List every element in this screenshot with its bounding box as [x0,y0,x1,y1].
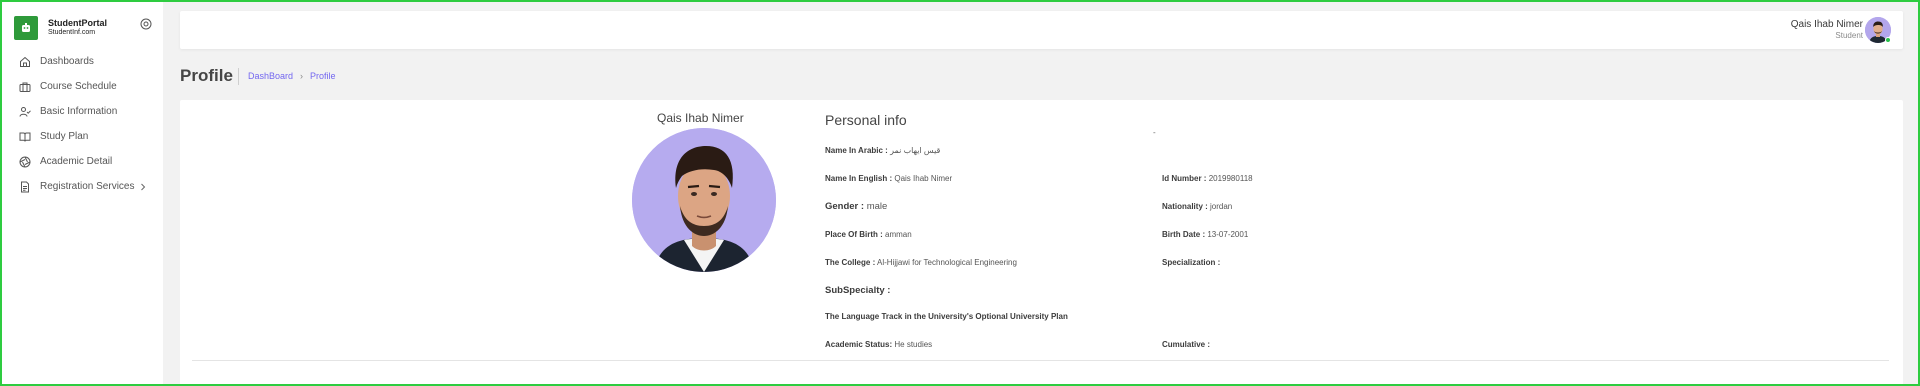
sidebar-item-dashboards[interactable]: Dashboards [2,49,163,74]
brand-logo-icon [14,16,38,40]
field-id-number: Id Number : 2019980118 [1162,174,1253,183]
field-label: Name In English : [825,174,893,183]
field-value: jordan [1210,202,1233,211]
field-college: The College : Al-Hijjawi for Technologic… [825,258,1017,267]
separator-dash: - [1153,128,1156,137]
field-birth-date: Birth Date : 13-07-2001 [1162,230,1248,239]
target-icon [140,18,151,29]
field-nationality: Nationality : jordan [1162,202,1232,211]
field-value: amman [885,230,912,239]
field-label: Id Number : [1162,174,1207,183]
field-academic-status: Academic Status: He studies [825,340,932,349]
field-value: male [866,201,888,212]
field-label: Cumulative : [1162,340,1211,349]
field-subspecialty: SubSpecialty : [825,285,890,296]
file-text-icon [21,181,29,192]
user-role: Student [1835,30,1863,40]
field-specialization: Specialization : [1162,258,1220,267]
field-place-of-birth: Place Of Birth : amman [825,230,912,239]
field-value: 2019980118 [1208,174,1253,183]
field-value: قيس ايهاب نمر [890,146,941,155]
chevron-right-icon [141,183,146,190]
field-value: Qais Ihab Nimer [894,174,953,183]
sidebar-item-label: Dashboards [40,56,94,67]
sidebar: StudentPortal StudentInf.com Dashboards … [2,2,163,384]
field-gender: Gender : male [825,201,887,212]
book-open-icon [19,132,31,142]
online-status-dot [1885,37,1891,43]
top-navbar: Qais Ihab Nimer Student [180,11,1903,49]
breadcrumb-dashboard-link[interactable]: DashBoard [248,71,293,81]
sidebar-toggle-button[interactable] [139,17,152,30]
personal-info-heading: Personal info [825,112,907,128]
field-value: Al-Hijjawi for Technological Engineering [877,258,1017,267]
sidebar-item-label: Basic Information [40,106,118,117]
field-label: Specialization : [1162,258,1221,267]
field-name-arabic: Name In Arabic : قيس ايهاب نمر [825,146,940,155]
field-label: The College : [825,258,876,267]
field-label: Birth Date : [1162,230,1206,239]
sidebar-item-registration-services[interactable]: Registration Services [2,174,163,199]
brand-name: StudentPortal [48,18,108,29]
field-name-english: Name In English : Qais Ihab Nimer [825,174,952,183]
field-value: 13-07-2001 [1207,230,1249,239]
card-divider [192,360,1889,361]
field-label: The Language Track in the University's O… [825,312,1068,321]
briefcase-icon [19,82,31,92]
user-check-icon [19,106,31,117]
page-title: Profile [180,66,233,85]
sidebar-item-label: Study Plan [40,131,89,142]
sidebar-item-study-plan[interactable]: Study Plan [2,124,163,149]
field-label: Nationality : [1162,202,1208,211]
sidebar-item-label: Course Schedule [40,81,117,92]
sidebar-item-label: Academic Detail [40,156,113,167]
sidebar-nav: Dashboards Course Schedule Basic Informa… [2,49,163,199]
profile-card [180,100,1903,386]
user-menu[interactable]: Qais Ihab Nimer Student [1791,19,1863,40]
breadcrumb-current: Profile [310,71,336,81]
field-label: Name In Arabic : [825,146,888,155]
field-label: SubSpecialty : [825,285,891,296]
breadcrumb-separator: › [300,71,304,81]
profile-name: Qais Ihab Nimer [657,111,744,125]
aperture-icon [19,156,31,167]
field-label: Gender : [825,201,865,212]
brand-subtitle: StudentInf.com [48,29,96,37]
user-name: Qais Ihab Nimer [1790,19,1863,30]
sidebar-item-course-schedule[interactable]: Course Schedule [2,74,163,99]
field-cumulative: Cumulative : [1162,340,1210,349]
sidebar-item-label: Registration Services [40,181,135,192]
brand[interactable]: StudentPortal StudentInf.com [14,15,107,41]
field-label: Place Of Birth : [825,230,883,239]
sidebar-item-academic-detail[interactable]: Academic Detail [2,149,163,174]
field-label: Academic Status: [825,340,893,349]
field-value: He studies [894,340,933,349]
sidebar-item-basic-information[interactable]: Basic Information [2,99,163,124]
breadcrumb: DashBoard › Profile [248,71,336,81]
field-language-track: The Language Track in the University's O… [825,312,1068,321]
home-icon [20,56,30,67]
title-divider [238,68,239,85]
profile-photo [632,128,776,272]
